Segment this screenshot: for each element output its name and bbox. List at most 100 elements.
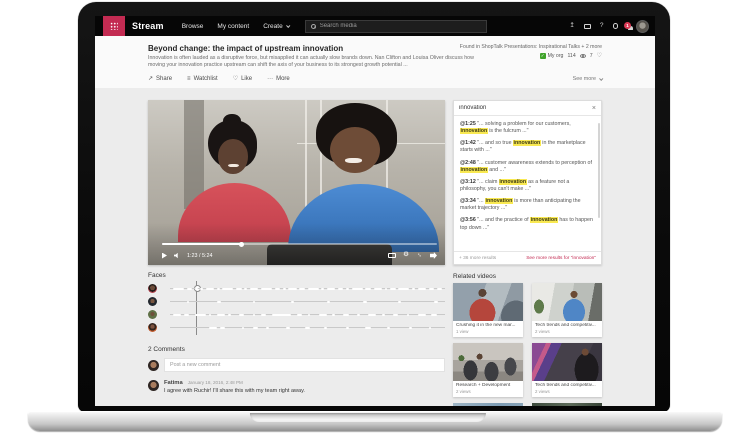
related-grid: Crushing it in the new mar...1 viewTech … <box>453 283 602 397</box>
left-column: 1:23 / 5:24 ⚙ ↔ Faces <box>148 100 445 406</box>
nav-item-browse[interactable]: Browse <box>182 23 204 30</box>
face-timeline[interactable] <box>170 284 445 293</box>
comments-title: 2 Comments <box>148 346 445 353</box>
related-grid-partial-row <box>453 403 602 406</box>
result-text: "... <box>477 198 485 204</box>
transcript-results: @1:25 "... solving a problem for our cus… <box>454 116 601 232</box>
result-timestamp: @3:34 <box>460 198 476 204</box>
highlighted-term: innovation <box>530 217 558 223</box>
ellipsis-icon: ··· <box>267 76 273 82</box>
video-thumbnail[interactable] <box>532 343 602 381</box>
comment-timestamp: January 18, 2016, 2:48 PM <box>188 380 243 385</box>
face-avatar[interactable] <box>148 310 157 319</box>
video-thumbnail[interactable] <box>453 343 523 381</box>
video-thumbnail[interactable] <box>453 283 523 321</box>
upload-icon[interactable]: ↥ <box>569 23 574 30</box>
video-title: Research + Development <box>456 383 520 388</box>
faces-rows <box>148 282 445 334</box>
video-actions: ↗Share ≡Watchlist ♡Like ···More <box>148 76 290 82</box>
laptop-base <box>28 411 722 431</box>
transcript-result[interactable]: @2:48 "... customer awareness extends to… <box>460 160 594 174</box>
fullscreen-button[interactable]: ↔ <box>416 252 423 259</box>
result-text: "... claim <box>477 179 499 185</box>
transcript-result[interactable]: @3:56 "... and the practice of innovatio… <box>460 217 594 231</box>
video-thumbnail[interactable] <box>453 403 523 406</box>
next-share-icon[interactable] <box>430 252 437 259</box>
transcript-search-row: × <box>454 101 601 116</box>
result-text: is the fulcrum ..." <box>488 128 529 134</box>
found-in-label[interactable]: Found in ShopTalk Presentations: Inspira… <box>382 44 602 50</box>
comment-input[interactable] <box>164 358 445 372</box>
video-views: 2 views <box>535 329 599 334</box>
help-icon[interactable]: ? <box>600 23 604 30</box>
face-avatar[interactable] <box>148 297 157 306</box>
play-button[interactable] <box>162 253 167 259</box>
video-title: Tech trends and competitiv... <box>535 323 599 328</box>
face-timeline[interactable] <box>170 297 445 306</box>
face-avatar[interactable] <box>148 284 157 293</box>
transcript-result[interactable]: @1:25 "... solving a problem for our cus… <box>460 121 594 135</box>
scrollbar[interactable] <box>598 123 600 218</box>
media-search-box[interactable] <box>305 20 487 33</box>
more-button[interactable]: ···More <box>267 76 290 82</box>
volume-button[interactable] <box>174 253 180 259</box>
highlighted-term: innovation <box>460 167 488 173</box>
org-visibility-chip: ✓My org <box>540 53 564 59</box>
gift-icon[interactable] <box>584 24 591 29</box>
result-timestamp: @1:25 <box>460 121 476 127</box>
transcript-result[interactable]: @3:12 "... claim innovation as a feature… <box>460 179 594 193</box>
transcript-search-input[interactable] <box>459 105 589 111</box>
video-meta: Found in ShopTalk Presentations: Inspira… <box>382 44 602 59</box>
transcript-footer: + 36 more results See more results for "… <box>454 251 601 264</box>
comment-text: I agree with Ruchir! I'll share this wit… <box>164 388 305 394</box>
related-videos-title: Related videos <box>453 273 602 280</box>
related-video-card[interactable]: Research + Development2 views <box>453 343 523 397</box>
more-results-count: + 36 more results <box>459 256 496 261</box>
see-more-toggle[interactable]: See more <box>573 76 602 82</box>
video-player[interactable]: 1:23 / 5:24 ⚙ ↔ <box>148 100 445 265</box>
close-icon[interactable]: × <box>592 105 596 112</box>
notification-badge: 1 <box>624 22 631 29</box>
progress-handle[interactable] <box>239 242 244 247</box>
closed-captions-button[interactable] <box>388 253 396 258</box>
face-avatar[interactable] <box>148 323 157 332</box>
nav-item-my-content[interactable]: My content <box>217 23 249 30</box>
face-timeline[interactable] <box>170 323 445 332</box>
view-count: 114 <box>567 53 575 59</box>
related-video-card[interactable]: Tech trends and competitiv...2 views <box>532 343 602 397</box>
face-timeline[interactable] <box>170 310 445 319</box>
video-views: 1 view <box>456 329 520 334</box>
video-thumbnail[interactable] <box>532 283 602 321</box>
laptop-notch <box>250 413 486 422</box>
settings-gear-icon[interactable]: ⚙ <box>403 252 409 259</box>
watchlist-button[interactable]: ≡Watchlist <box>187 76 218 82</box>
org-check-icon: ✓ <box>540 53 546 59</box>
result-text: "... solving a problem for our customers… <box>477 121 570 127</box>
search-input[interactable] <box>320 23 481 29</box>
heart-icon: ♡ <box>233 76 238 82</box>
feedback-smiley-icon[interactable] <box>613 23 619 29</box>
commenter-name[interactable]: Fatima <box>164 380 183 386</box>
video-title: Tech trends and competitiv... <box>535 383 599 388</box>
video-thumbnail[interactable] <box>532 403 602 406</box>
see-more-results-link[interactable]: See more results for "innovation" <box>526 256 596 261</box>
transcript-result[interactable]: @3:34 "... innovation is more than antic… <box>460 198 594 212</box>
app-launcher-button[interactable] <box>103 16 125 36</box>
transcript-result[interactable]: @1:42 "... and so true innovation in the… <box>460 140 594 154</box>
face-row <box>148 295 445 308</box>
share-button[interactable]: ↗Share <box>148 76 172 82</box>
result-text: and ..." <box>488 167 506 173</box>
nav-item-create[interactable]: Create <box>263 23 289 30</box>
user-avatar[interactable] <box>636 20 649 33</box>
chevron-down-icon <box>286 23 290 27</box>
related-video-card[interactable]: Crushing it in the new mar...1 view <box>453 283 523 337</box>
result-timestamp: @2:48 <box>460 160 476 166</box>
like-button[interactable]: ♡Like <box>233 76 252 82</box>
video-header: Beyond change: the impact of upstream in… <box>95 36 655 88</box>
top-navbar: Stream Browse My content Create ↥ ? <box>95 16 655 36</box>
seek-bar[interactable] <box>162 243 437 245</box>
like-count: 7 <box>590 53 593 59</box>
video-stats: ✓My org 114 7 ♡ <box>382 53 602 59</box>
related-video-card[interactable]: Tech trends and competitiv...2 views <box>532 283 602 337</box>
video-views: 2 views <box>535 389 599 394</box>
